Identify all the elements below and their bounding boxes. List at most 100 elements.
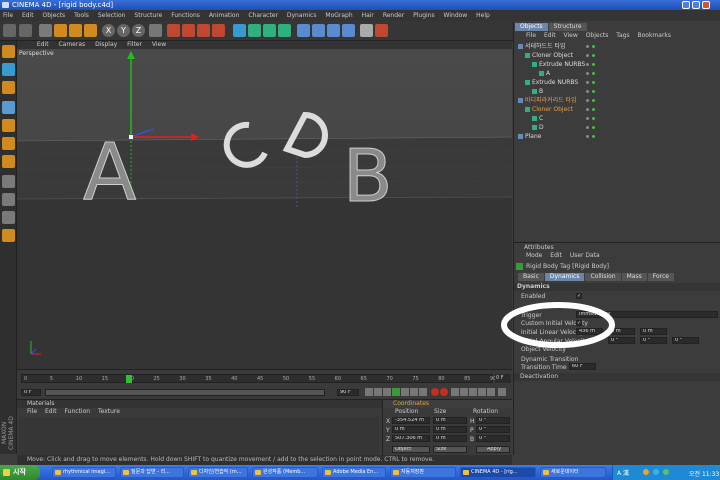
attr-menu-edit[interactable]: Edit [550, 252, 562, 259]
rot-b-field[interactable]: 0 ° [476, 435, 510, 442]
play-icon[interactable] [392, 388, 400, 396]
object-row[interactable]: Plane [514, 132, 720, 141]
viewport-menu-view[interactable]: View [152, 41, 166, 48]
key-rotation-icon[interactable] [469, 388, 477, 396]
rot-p-field[interactable]: 0 ° [476, 426, 510, 433]
rot-h-field[interactable]: 0 ° [476, 417, 510, 424]
tray-icon-2[interactable] [653, 469, 659, 475]
object-menu-bookmarks[interactable]: Bookmarks [638, 32, 672, 39]
taskbar-item[interactable]: 자동저장판 [390, 467, 456, 478]
key-position-icon[interactable] [451, 388, 459, 396]
render-picture-viewer-icon[interactable] [197, 24, 210, 37]
z-axis-lock-icon[interactable]: Z [132, 24, 145, 37]
close-button[interactable] [702, 1, 710, 9]
deformer-icon[interactable] [297, 24, 310, 37]
prev-frame-icon[interactable] [383, 388, 391, 396]
model-mode-icon[interactable] [2, 63, 15, 76]
menu-hair[interactable]: Hair [362, 12, 374, 19]
tab-mass[interactable]: Mass [621, 273, 647, 281]
next-frame-icon[interactable] [401, 388, 409, 396]
object-menu-view[interactable]: View [564, 32, 578, 39]
menu-animation[interactable]: Animation [209, 12, 240, 19]
enabled-check-icon[interactable] [592, 72, 595, 75]
object-row[interactable]: B [514, 87, 720, 96]
go-to-start-icon[interactable] [365, 388, 373, 396]
enabled-check-icon[interactable] [592, 45, 595, 48]
materials-menu-function[interactable]: Function [65, 408, 91, 415]
enabled-check-icon[interactable] [592, 135, 595, 138]
workplane-icon[interactable] [2, 229, 15, 242]
tab-dynamics[interactable]: Dynamics [544, 273, 585, 281]
go-to-end-icon[interactable] [419, 388, 427, 396]
end-frame-field[interactable]: 90 F [337, 389, 359, 396]
key-scale-icon[interactable] [460, 388, 468, 396]
edges-mode-icon[interactable] [2, 137, 15, 150]
object-row[interactable]: 바디피라커리드 타입 [514, 96, 720, 105]
attr-menu-user-data[interactable]: User Data [570, 252, 600, 259]
next-key-icon[interactable] [410, 388, 418, 396]
object-row[interactable]: C [514, 114, 720, 123]
angular-velocity-y-field[interactable]: 0 ° [640, 337, 667, 344]
array-icon[interactable] [278, 24, 291, 37]
pos-x-field[interactable]: -354.524 m [392, 417, 430, 424]
record-icon[interactable] [375, 24, 388, 37]
render-region-icon[interactable] [182, 24, 195, 37]
tweak-mode-icon[interactable] [2, 193, 15, 206]
object-menu-file[interactable]: File [526, 32, 536, 39]
size-x-field[interactable]: 0 m [433, 417, 467, 424]
size-mode-select[interactable]: Size [433, 446, 467, 453]
materials-area[interactable] [19, 417, 379, 455]
taskbar-item[interactable]: Adobe Media En... [322, 467, 386, 478]
menu-file[interactable]: File [3, 12, 13, 19]
letter-a-object[interactable]: A [83, 128, 137, 219]
live-select-icon[interactable] [39, 24, 52, 37]
object-menu-tags[interactable]: Tags [616, 32, 629, 39]
menu-window[interactable]: Window [444, 12, 468, 19]
perspective-viewport[interactable]: A B Perspective [17, 49, 512, 369]
tray-icon-1[interactable] [643, 469, 649, 475]
cube-icon[interactable] [233, 24, 246, 37]
visibility-dot-icon[interactable] [586, 135, 589, 138]
tab-force[interactable]: Force [647, 273, 674, 281]
snap-icon[interactable] [360, 24, 373, 37]
deactivation-section-header[interactable]: Deactivation [514, 373, 720, 381]
materials-menu-edit[interactable]: Edit [45, 408, 57, 415]
size-z-field[interactable]: 0 m [433, 435, 467, 442]
apply-button[interactable]: Apply [476, 446, 510, 453]
object-row[interactable]: 서테하드드 타입 [514, 42, 720, 51]
menu-dynamics[interactable]: Dynamics [287, 12, 317, 19]
menu-selection[interactable]: Selection [98, 12, 126, 19]
move-icon[interactable] [54, 24, 67, 37]
texture-mode-icon[interactable] [2, 101, 15, 114]
axis-mode-icon[interactable] [2, 175, 15, 188]
object-mode-icon[interactable] [2, 81, 15, 94]
tab-basic[interactable]: Basic [518, 273, 544, 281]
menu-tools[interactable]: Tools [74, 12, 89, 19]
visibility-dot-icon[interactable] [586, 54, 589, 57]
record-key-icon[interactable] [431, 388, 439, 396]
enabled-check-icon[interactable] [592, 117, 595, 120]
enabled-check-icon[interactable] [592, 81, 595, 84]
visibility-dot-icon[interactable] [586, 108, 589, 111]
attr-menu-mode[interactable]: Mode [526, 252, 542, 259]
letter-b-object[interactable]: B [343, 134, 393, 219]
menu-render[interactable]: Render [383, 12, 404, 19]
snap-settings-icon[interactable] [2, 211, 15, 224]
key-param-icon[interactable] [478, 388, 486, 396]
taskbar-item[interactable]: CINEMA 4D - [rig... [460, 467, 536, 478]
render-settings-icon[interactable] [212, 24, 225, 37]
enabled-check-icon[interactable] [592, 54, 595, 57]
pos-z-field[interactable]: 507.306 m [392, 435, 430, 442]
pos-y-field[interactable]: 0 m [392, 426, 430, 433]
object-row[interactable]: Extrude NURBS [514, 78, 720, 87]
menu-mograph[interactable]: MoGraph [325, 12, 352, 19]
prev-key-icon[interactable] [374, 388, 382, 396]
menu-structure[interactable]: Structure [134, 12, 162, 19]
light-icon[interactable] [342, 24, 355, 37]
camera-icon[interactable] [327, 24, 340, 37]
y-axis-lock-icon[interactable]: Y [117, 24, 130, 37]
object-row[interactable]: Cloner Object [514, 51, 720, 60]
playhead[interactable] [126, 375, 132, 383]
taskbar-item[interactable]: rhythmical imagi... [52, 467, 116, 478]
materials-menu-texture[interactable]: Texture [98, 408, 120, 415]
